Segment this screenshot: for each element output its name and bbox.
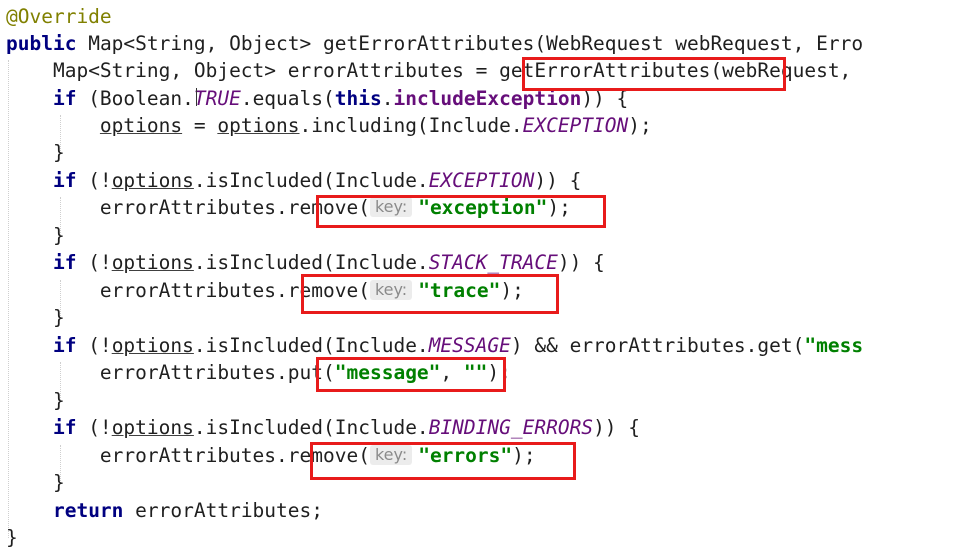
code-text: .: [276, 361, 288, 384]
variable-error-attributes: errorAttributes: [99, 444, 277, 467]
highlight-box-put-message: [316, 357, 506, 392]
code-text: =: [182, 114, 218, 137]
variable-options: options: [217, 114, 300, 137]
keyword-if: if: [52, 251, 77, 274]
closing-brace: }: [52, 471, 65, 494]
code-text: .isIncluded(Include.: [193, 416, 429, 439]
code-line: }: [6, 387, 65, 414]
code-text: (!: [76, 334, 112, 357]
highlight-box-remove-exception: [316, 195, 606, 228]
constant-exception: EXCEPTION: [428, 169, 535, 192]
return-type: Map<String, Object>: [88, 32, 312, 55]
code-text: )) {: [593, 416, 641, 439]
code-text: .: [276, 444, 288, 467]
code-line: }: [6, 524, 18, 551]
closing-brace: }: [52, 306, 65, 329]
constant-message: MESSAGE: [428, 334, 511, 357]
code-text: .: [276, 196, 288, 219]
keyword-return: return: [52, 499, 124, 522]
code-text: (Boolean.: [76, 87, 194, 110]
keyword-if: if: [52, 169, 77, 192]
code-text: .isIncluded(Include.: [193, 169, 429, 192]
code-editor[interactable]: @Override public Map<String, Object> get…: [0, 0, 964, 559]
keyword-if: if: [52, 416, 77, 439]
code-line: if (!options.isIncluded(Include.STACK_TR…: [6, 249, 605, 276]
keyword-if: if: [52, 334, 77, 357]
code-text: ) && errorAttributes.get(: [510, 334, 805, 357]
constant-stack-trace: STACK_TRACE: [428, 251, 558, 274]
string-literal: "mess: [804, 334, 864, 357]
code-text: .isIncluded(Include.: [193, 334, 429, 357]
variable-error-attributes: errorAttributes: [99, 361, 277, 384]
highlight-box-remove-errors: [310, 442, 576, 480]
keyword-if: if: [52, 87, 77, 110]
code-line: if (!options.isIncluded(Include.MESSAGE)…: [6, 332, 863, 359]
method-name: getErrorAttributes: [323, 32, 535, 55]
variable-error-attributes: errorAttributes: [99, 279, 277, 302]
annotation: @Override: [6, 5, 112, 28]
constant-exception: EXCEPTION: [522, 114, 629, 137]
code-line: return errorAttributes;: [6, 497, 323, 524]
keyword-this: this: [334, 87, 382, 110]
code-text: (!: [76, 416, 112, 439]
variable-options: options: [111, 251, 194, 274]
method-params: (WebRequest webRequest, Erro: [534, 32, 864, 55]
code-line: if (!options.isIncluded(Include.BINDING_…: [6, 414, 640, 441]
highlight-box-remove-trace: [301, 274, 559, 314]
assign-operator: =: [475, 59, 500, 82]
code-text: (!: [76, 169, 112, 192]
variable-error-attributes: errorAttributes: [99, 196, 277, 219]
code-text: errorAttributes;: [123, 499, 324, 522]
code-line: }: [6, 304, 65, 331]
code-line: }: [6, 469, 65, 496]
keyword-public: public: [6, 32, 77, 55]
constant-true: TRUE: [193, 87, 241, 110]
code-text: .isIncluded(Include.: [193, 251, 429, 274]
code-text: );: [628, 114, 652, 137]
closing-brace: }: [52, 389, 65, 412]
variable-options: options: [99, 114, 183, 137]
closing-brace: }: [6, 526, 18, 549]
variable-options: options: [111, 169, 194, 192]
code-text: (!: [76, 251, 112, 274]
code-text: )) {: [534, 169, 582, 192]
code-text: .equals(: [240, 87, 335, 110]
code-line: public Map<String, Object> getErrorAttri…: [6, 30, 863, 57]
code-line: }: [6, 139, 65, 166]
code-text: .: [381, 87, 394, 110]
code-text: )) {: [557, 251, 605, 274]
variable-declaration: Map<String, Object> errorAttributes: [52, 59, 476, 82]
variable-options: options: [111, 416, 194, 439]
closing-brace: }: [52, 224, 65, 247]
highlight-box-get-error-attributes: [522, 57, 786, 91]
code-line: options = options.including(Include.EXCE…: [6, 112, 652, 139]
constant-binding-errors: BINDING_ERRORS: [428, 416, 594, 439]
text-caret: [196, 88, 197, 106]
code-text: .including(Include.: [299, 114, 523, 137]
variable-options: options: [111, 334, 194, 357]
code-line: if (!options.isIncluded(Include.EXCEPTIO…: [6, 167, 581, 194]
code-line: }: [6, 222, 65, 249]
closing-brace: }: [52, 141, 65, 164]
code-line: @Override: [6, 3, 112, 30]
